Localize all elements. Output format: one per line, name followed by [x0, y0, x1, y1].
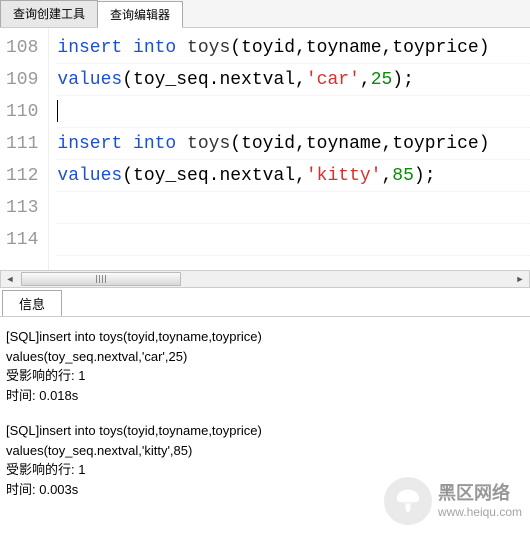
- code-line: [57, 96, 530, 128]
- code-line: [57, 192, 530, 224]
- watermark: 黑区网络 www.heiqu.com: [384, 477, 522, 525]
- mushroom-icon: [384, 477, 432, 525]
- line-number: 112: [6, 160, 38, 192]
- line-number: 113: [6, 192, 38, 224]
- code-line: insert into toys(toyid,toyname,toyprice): [57, 32, 530, 64]
- output-line: 时间: 0.018s: [6, 386, 524, 406]
- output-line: values(toy_seq.nextval,'car',25): [6, 347, 524, 367]
- scroll-left-button[interactable]: ◄: [1, 271, 19, 287]
- output-block: [SQL]insert into toys(toyid,toyname,toyp…: [6, 327, 524, 405]
- tab-messages[interactable]: 信息: [2, 290, 62, 316]
- output-line: 受影响的行: 1: [6, 366, 524, 386]
- output-line: values(toy_seq.nextval,'kitty',85): [6, 441, 524, 461]
- top-tabs: 查询创建工具 查询编辑器: [0, 0, 530, 28]
- output-panel: [SQL]insert into toys(toyid,toyname,toyp…: [0, 317, 530, 533]
- output-line: [SQL]insert into toys(toyid,toyname,toyp…: [6, 327, 524, 347]
- code-line: values(toy_seq.nextval,'car',25);: [57, 64, 530, 96]
- sql-editor[interactable]: 108 109 110 111 112 113 114 insert into …: [0, 28, 530, 270]
- bottom-tabs: 信息: [0, 290, 530, 317]
- code-line: [57, 224, 530, 256]
- text-cursor: [57, 100, 58, 122]
- tab-query-builder[interactable]: 查询创建工具: [0, 0, 98, 27]
- code-line: insert into toys(toyid,toyname,toyprice): [57, 128, 530, 160]
- output-line: [SQL]insert into toys(toyid,toyname,toyp…: [6, 421, 524, 441]
- line-number: 111: [6, 128, 38, 160]
- code-area[interactable]: insert into toys(toyid,toyname,toyprice)…: [49, 28, 530, 270]
- line-number: 108: [6, 32, 38, 64]
- watermark-text: 黑区网络 www.heiqu.com: [438, 483, 522, 519]
- line-number: 109: [6, 64, 38, 96]
- scroll-right-button[interactable]: ►: [511, 271, 529, 287]
- scroll-thumb[interactable]: [21, 272, 181, 286]
- line-number: 110: [6, 96, 38, 128]
- scroll-track[interactable]: [19, 271, 511, 287]
- line-gutter: 108 109 110 111 112 113 114: [0, 28, 49, 270]
- code-line: values(toy_seq.nextval,'kitty',85);: [57, 160, 530, 192]
- tab-query-editor[interactable]: 查询编辑器: [97, 1, 183, 28]
- line-number: 114: [6, 224, 38, 256]
- horizontal-scrollbar[interactable]: ◄ ►: [0, 270, 530, 288]
